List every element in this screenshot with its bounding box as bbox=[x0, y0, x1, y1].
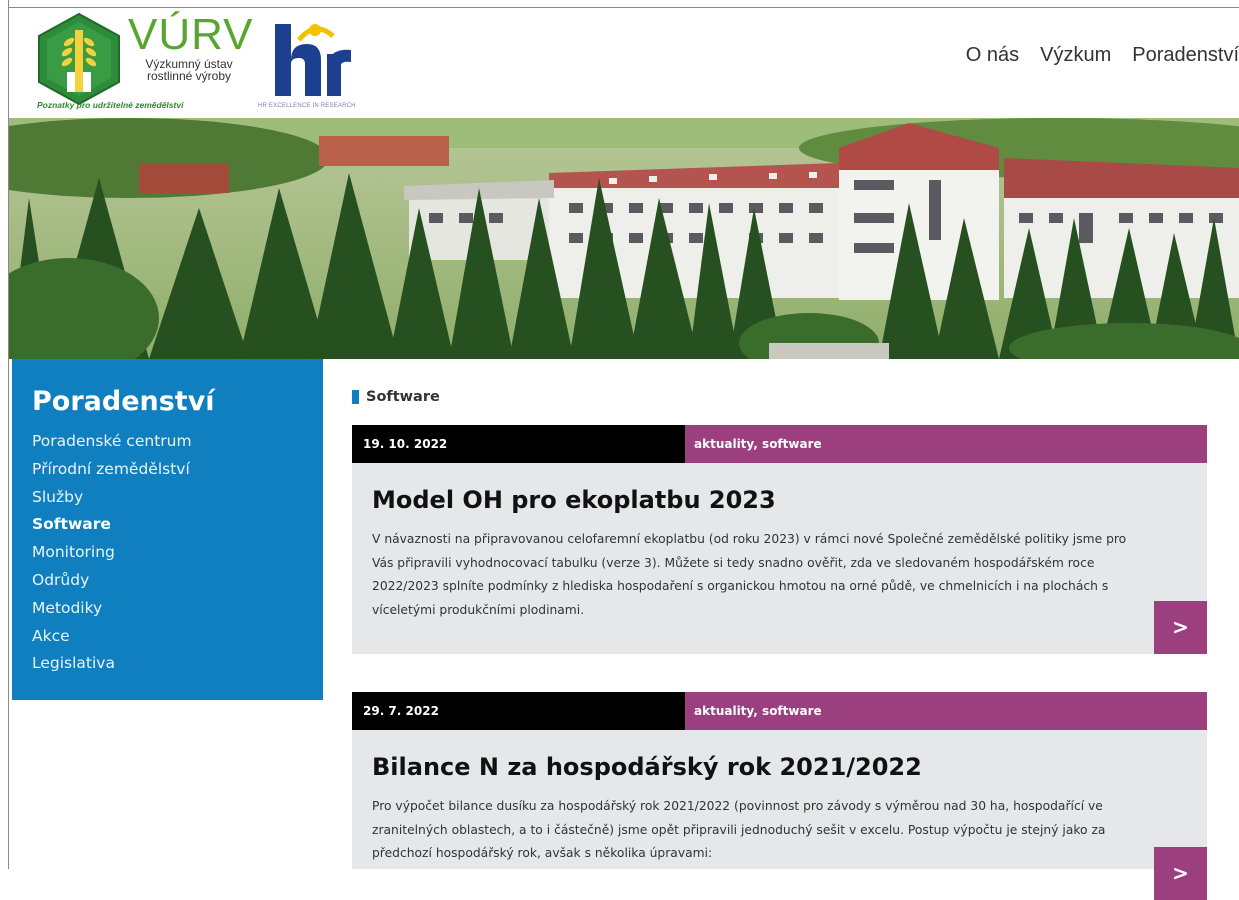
sidebar-item-monitoring[interactable]: Monitoring bbox=[32, 539, 192, 567]
section-heading: Software bbox=[352, 389, 440, 405]
hr-caption: HR EXCELLENCE IN RESEARCH bbox=[258, 103, 356, 109]
article-title[interactable]: Bilance N za hospodářský rok 2021/2022 bbox=[372, 753, 922, 781]
hr-logo-icon[interactable] bbox=[271, 20, 357, 98]
article-excerpt: V návaznosti na připravovanou celofaremn… bbox=[372, 532, 1127, 617]
article-tags[interactable]: aktuality, software bbox=[685, 692, 1207, 730]
article-excerpt: Pro výpočet bilance dusíku za hospodářsk… bbox=[372, 799, 1106, 860]
article-date: 19. 10. 2022 bbox=[352, 425, 685, 463]
sidebar-title: Poradenství bbox=[32, 386, 215, 417]
sidebar-item-poradenske-centrum[interactable]: Poradenské centrum bbox=[32, 428, 192, 456]
sidebar-item-software[interactable]: Software bbox=[32, 511, 192, 539]
article-card: 29. 7. 2022 aktuality, software Bilance … bbox=[352, 692, 1207, 900]
read-more-button[interactable]: > bbox=[1154, 847, 1207, 900]
vurv-logo-icon[interactable] bbox=[37, 12, 121, 106]
nav-item-poradenstvi[interactable]: Poradenství bbox=[1132, 44, 1239, 67]
sidebar-item-prirodni-zemedelstvi[interactable]: Přírodní zemědělství bbox=[32, 456, 192, 484]
article-title[interactable]: Model OH pro ekoplatbu 2023 bbox=[372, 486, 776, 514]
top-navigation: O nás Výzkum Poradenství bbox=[966, 44, 1239, 67]
article-tags[interactable]: aktuality, software bbox=[685, 425, 1207, 463]
hero-image bbox=[9, 118, 1239, 359]
read-more-button[interactable]: > bbox=[1154, 601, 1207, 654]
nav-item-o-nas[interactable]: O nás bbox=[966, 44, 1019, 67]
logo-subtitle: Výzkumný ústav rostlinné výroby bbox=[145, 57, 233, 83]
section-marker bbox=[352, 390, 359, 404]
sidebar-item-legislativa[interactable]: Legislativa bbox=[32, 650, 192, 678]
site-header: VÚRV Výzkumný ústav rostlinné výroby Poz… bbox=[9, 8, 1239, 118]
sidebar-item-sluzby[interactable]: Služby bbox=[32, 484, 192, 512]
section-title: Software bbox=[366, 389, 440, 405]
sidebar-menu: Poradenské centrum Přírodní zemědělství … bbox=[32, 428, 192, 678]
article-date: 29. 7. 2022 bbox=[352, 692, 685, 730]
logo-tagline: Poznatky pro udržitelné zemědělství bbox=[37, 100, 184, 110]
nav-item-vyzkum[interactable]: Výzkum bbox=[1040, 44, 1111, 67]
sidebar-item-metodiky[interactable]: Metodiky bbox=[32, 595, 192, 623]
sidebar-item-akce[interactable]: Akce bbox=[32, 623, 192, 651]
sidebar-item-odrudy[interactable]: Odrůdy bbox=[32, 567, 192, 595]
article-card: 19. 10. 2022 aktuality, software Model O… bbox=[352, 425, 1207, 654]
logo-title: VÚRV bbox=[128, 10, 254, 59]
sidebar: Poradenství Poradenské centrum Přírodní … bbox=[12, 359, 323, 700]
